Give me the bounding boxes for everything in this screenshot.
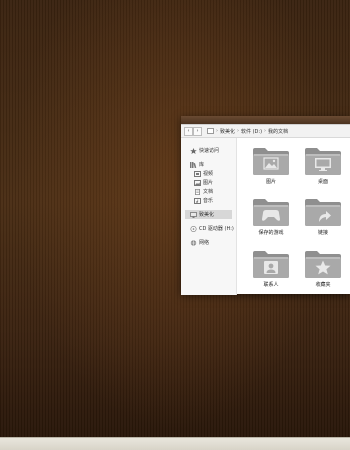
folder-label: 桌面 (317, 179, 328, 185)
nav-buttons: ‹ › (184, 126, 202, 136)
computer-icon (190, 211, 197, 218)
folder-label: 链接 (317, 230, 328, 237)
file-explorer-window: ‹ › › 致美化 › 软件 (D:) › 我的文档 快速访问 库 视频 图片 … (181, 116, 350, 295)
breadcrumb-item[interactable]: 我的文档 (268, 128, 288, 135)
sidebar-item-label: 快速访问 (199, 148, 220, 154)
sidebar-item-pictures[interactable]: 图片 (181, 178, 236, 187)
document-icon (194, 188, 201, 195)
forward-button[interactable]: › (193, 126, 202, 136)
library-icon (190, 161, 197, 168)
sidebar-item-quick-access[interactable]: 快速访问 (181, 146, 236, 155)
gamepad-icon (253, 199, 289, 227)
breadcrumb-separator: › (264, 128, 267, 134)
sidebar-item-documents[interactable]: 文档 (181, 187, 236, 196)
back-button[interactable]: ‹ (184, 126, 193, 136)
sidebar-item-network[interactable]: 网络 (181, 238, 236, 247)
cd-drive-icon (190, 225, 197, 232)
sidebar-item-label: 库 (199, 162, 205, 168)
desktop-icon (305, 148, 341, 175)
sidebar-item-label: 致美化 (199, 212, 215, 218)
sidebar-item-label: 网络 (199, 240, 210, 246)
folder-pictures[interactable]: 图片 (245, 146, 297, 192)
folder-label: 收藏夹 (315, 281, 331, 288)
navigation-pane: 快速访问 库 视频 图片 文档 音乐 致美化 CD 驱动器 (H:) 网络 (181, 138, 237, 295)
link-arrow-icon (305, 199, 341, 227)
image-icon (194, 179, 201, 186)
address-bar: ‹ › › 致美化 › 软件 (D:) › 我的文档 (181, 125, 350, 138)
sidebar-item-cd-drive[interactable]: CD 驱动器 (H:) (181, 224, 236, 233)
sidebar-item-label: CD 驱动器 (H:) (199, 226, 234, 232)
folder-label: 图片 (265, 179, 276, 185)
star-icon (305, 250, 341, 278)
folder-saved-games[interactable]: 保存的游戏 (245, 197, 297, 243)
window-titlebar[interactable] (181, 116, 350, 125)
folder-contacts[interactable]: 联系人 (245, 249, 297, 295)
folder-favorites[interactable]: 收藏夹 (297, 249, 349, 295)
sidebar-item-label: 图片 (203, 180, 214, 186)
contact-icon (253, 250, 289, 278)
folder-label: 保存的游戏 (258, 230, 284, 237)
breadcrumb-separator: › (216, 128, 218, 134)
sidebar-item-label: 音乐 (203, 198, 214, 204)
picture-icon (253, 148, 289, 175)
music-icon (194, 197, 201, 204)
sidebar-item-library[interactable]: 库 (181, 160, 236, 169)
sidebar-item-music[interactable]: 音乐 (181, 196, 236, 205)
video-icon (194, 170, 201, 177)
folder-grid: 图片 桌面 保存的游戏 链接 联系人 收藏夹 (237, 138, 350, 295)
network-icon (190, 239, 197, 246)
computer-icon (207, 128, 214, 134)
sidebar-item-this-pc[interactable]: 致美化 (185, 210, 232, 219)
sidebar-item-label: 视频 (203, 171, 214, 177)
folder-label: 联系人 (263, 281, 279, 288)
breadcrumb-separator: › (237, 128, 240, 134)
taskbar (0, 437, 350, 450)
folder-desktop[interactable]: 桌面 (297, 146, 349, 192)
sidebar-item-label: 文档 (203, 189, 214, 195)
star-icon (190, 147, 197, 154)
breadcrumb[interactable]: › 致美化 › 软件 (D:) › 我的文档 (207, 128, 288, 135)
folder-links[interactable]: 链接 (297, 197, 349, 243)
sidebar-item-videos[interactable]: 视频 (181, 169, 236, 178)
breadcrumb-item[interactable]: 软件 (D:) (241, 128, 262, 135)
breadcrumb-item[interactable]: 致美化 (220, 128, 235, 135)
